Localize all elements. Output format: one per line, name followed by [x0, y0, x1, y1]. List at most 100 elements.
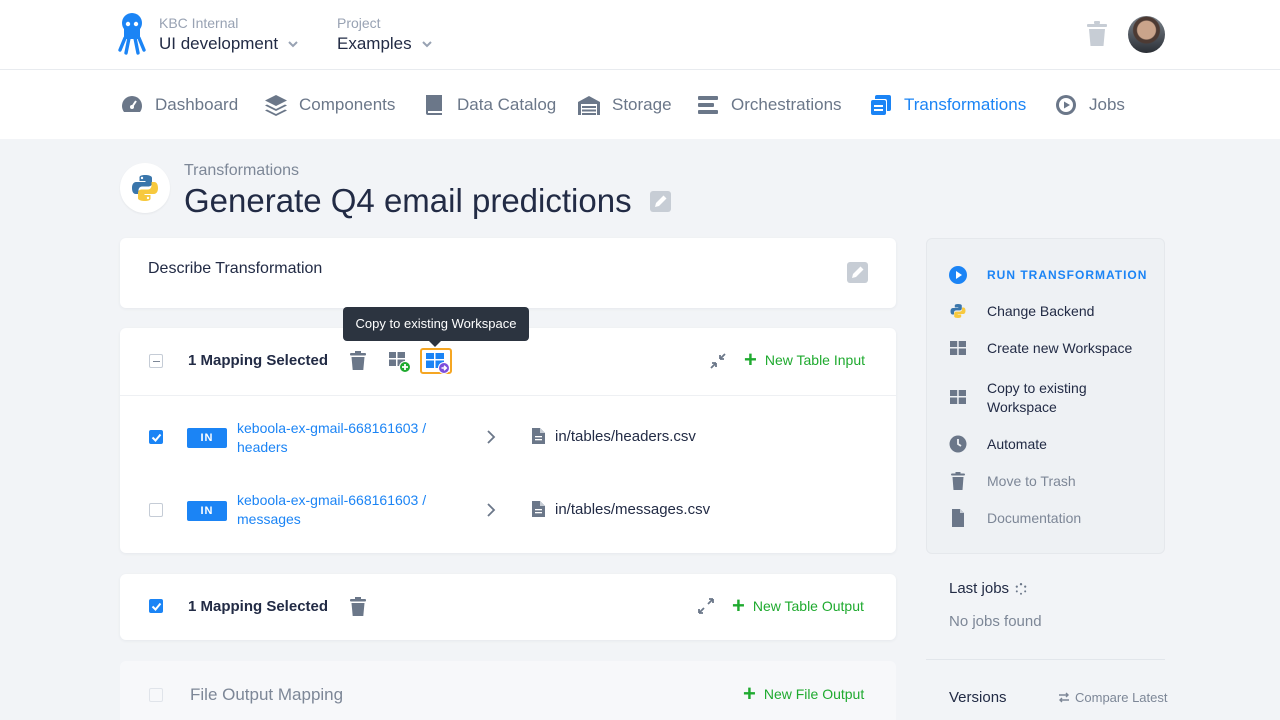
describe-transformation-card[interactable]: Describe Transformation: [120, 238, 896, 308]
trash-icon[interactable]: [1086, 21, 1108, 47]
new-table-output-button[interactable]: + New Table Output: [732, 595, 864, 617]
output-selected-count: 1 Mapping Selected: [188, 598, 329, 615]
loading-spinner-icon: [1015, 582, 1027, 595]
input-selected-count: 1 Mapping Selected: [188, 352, 329, 369]
delete-mapping-icon[interactable]: [350, 597, 366, 616]
output-mapping-card: 1 Mapping Selected + New Table Output: [120, 574, 896, 640]
bars-icon: [698, 95, 718, 114]
organization-selector[interactable]: KBC Internal UI development: [159, 14, 299, 55]
destination-file: in/tables/messages.csv: [555, 501, 711, 518]
delete-mapping-icon[interactable]: [350, 351, 366, 370]
copy-workspace-button[interactable]: Copy to existing Workspace: [949, 379, 1109, 417]
python-icon: [950, 304, 966, 318]
divider: [926, 659, 1165, 660]
edit-description-icon[interactable]: [847, 262, 868, 283]
automate-label: Automate: [987, 436, 1047, 452]
change-backend-button[interactable]: Change Backend: [949, 302, 1094, 321]
book-icon: [426, 94, 442, 115]
nav-item-dashboard[interactable]: Dashboard: [120, 70, 238, 139]
new-table-input-button[interactable]: + New Table Input: [744, 349, 865, 371]
file-output-label: File Output Mapping: [190, 685, 344, 704]
nav-label: Data Catalog: [457, 94, 557, 114]
source-table-link[interactable]: keboola-ex-gmail-668161603 / messages: [237, 491, 447, 529]
select-all-inputs-checkbox[interactable]: [149, 354, 163, 368]
project-selector[interactable]: Project Examples: [337, 14, 433, 55]
transformations-icon: [871, 94, 891, 115]
collapse-icon[interactable]: [710, 353, 726, 369]
warehouse-icon: [578, 95, 600, 115]
create-workspace-label: Create new Workspace: [987, 340, 1133, 356]
actions-sidebar: RUN TRANSFORMATION Change Backend Create…: [926, 238, 1165, 554]
nav-label: Jobs: [1089, 94, 1125, 114]
nav-item-orchestrations[interactable]: Orchestrations: [696, 70, 842, 139]
input-mapping-card: 1 Mapping Selected + New Table Input IN …: [120, 328, 896, 553]
play-circle-icon: [1056, 94, 1076, 115]
keboola-logo-icon[interactable]: [117, 12, 147, 56]
python-badge: [120, 163, 170, 213]
compare-latest-button[interactable]: Compare Latest: [1058, 690, 1168, 705]
nav-item-components[interactable]: Components: [264, 70, 395, 139]
documentation-label: Documentation: [987, 510, 1082, 526]
automate-button[interactable]: Automate: [949, 435, 1047, 454]
source-table-link[interactable]: keboola-ex-gmail-668161603 / headers: [237, 419, 447, 457]
new-table-output-label: New Table Output: [752, 598, 864, 614]
move-to-trash-button[interactable]: Move to Trash: [949, 472, 1076, 491]
new-table-input-label: New Table Input: [764, 352, 865, 368]
new-file-output-button[interactable]: + New File Output: [743, 683, 865, 705]
organization-value: UI development: [159, 34, 279, 53]
no-jobs-text: No jobs found: [949, 613, 1042, 630]
file-output-card: File Output Mapping + New File Output: [120, 661, 896, 720]
document-icon: [952, 509, 964, 527]
nav-item-storage[interactable]: Storage: [577, 70, 672, 139]
chevron-down-icon: [421, 41, 432, 48]
run-label: RUN TRANSFORMATION: [987, 268, 1148, 282]
new-file-output-label: New File Output: [763, 686, 865, 702]
file-output-checkbox[interactable]: [149, 688, 163, 702]
nav-item-data-catalog[interactable]: Data Catalog: [422, 70, 556, 139]
play-circle-icon: [949, 266, 967, 284]
copy-to-workspace-button[interactable]: [420, 348, 452, 374]
file-icon: [532, 501, 545, 517]
nav-label: Dashboard: [155, 94, 239, 114]
in-badge: IN: [187, 428, 227, 448]
organization-label: KBC Internal: [159, 15, 239, 31]
describe-label: Describe Transformation: [148, 260, 323, 277]
main-nav: Dashboard Components Data Catalog Storag…: [0, 70, 1280, 139]
check-icon: [151, 433, 162, 442]
copy-to-workspace-icon: [426, 353, 450, 374]
project-value: Examples: [337, 34, 412, 53]
row-checkbox[interactable]: [149, 503, 163, 517]
last-jobs-label: Last jobs: [949, 580, 1010, 597]
create-workspace-button[interactable]: Create new Workspace: [949, 339, 1132, 358]
mapping-row[interactable]: IN keboola-ex-gmail-668161603 / headers …: [120, 400, 896, 472]
destination-file: in/tables/headers.csv: [555, 428, 696, 445]
user-avatar[interactable]: [1128, 16, 1165, 53]
last-jobs-heading: Last jobs: [949, 580, 1027, 597]
clock-icon: [949, 435, 967, 453]
trash-icon: [951, 472, 965, 490]
file-icon: [532, 428, 545, 444]
chevron-right-icon: [487, 503, 496, 517]
chevron-right-icon: [487, 430, 496, 444]
nav-label: Components: [299, 94, 396, 114]
check-icon: [151, 602, 162, 611]
nav-item-jobs[interactable]: Jobs: [1054, 70, 1125, 139]
in-badge: IN: [187, 501, 227, 521]
mapping-row[interactable]: IN keboola-ex-gmail-668161603 / messages…: [120, 473, 896, 545]
run-transformation-button[interactable]: RUN TRANSFORMATION: [949, 266, 1147, 285]
top-bar: KBC Internal UI development Project Exam…: [0, 0, 1280, 70]
row-checkbox[interactable]: [149, 430, 163, 444]
create-workspace-icon[interactable]: [388, 349, 412, 373]
page-title: Generate Q4 email predictions: [184, 182, 632, 219]
nav-item-transformations[interactable]: Transformations: [869, 70, 1026, 139]
select-all-outputs-checkbox[interactable]: [149, 599, 163, 613]
breadcrumb[interactable]: Transformations: [184, 162, 299, 180]
gauge-icon: [122, 95, 142, 112]
edit-title-icon[interactable]: [650, 191, 671, 212]
versions-heading: Versions: [949, 689, 1007, 706]
documentation-link[interactable]: Documentation: [949, 509, 1081, 528]
change-backend-label: Change Backend: [987, 303, 1095, 319]
expand-icon[interactable]: [698, 598, 714, 614]
python-icon: [132, 175, 158, 201]
move-to-trash-label: Move to Trash: [987, 473, 1076, 489]
